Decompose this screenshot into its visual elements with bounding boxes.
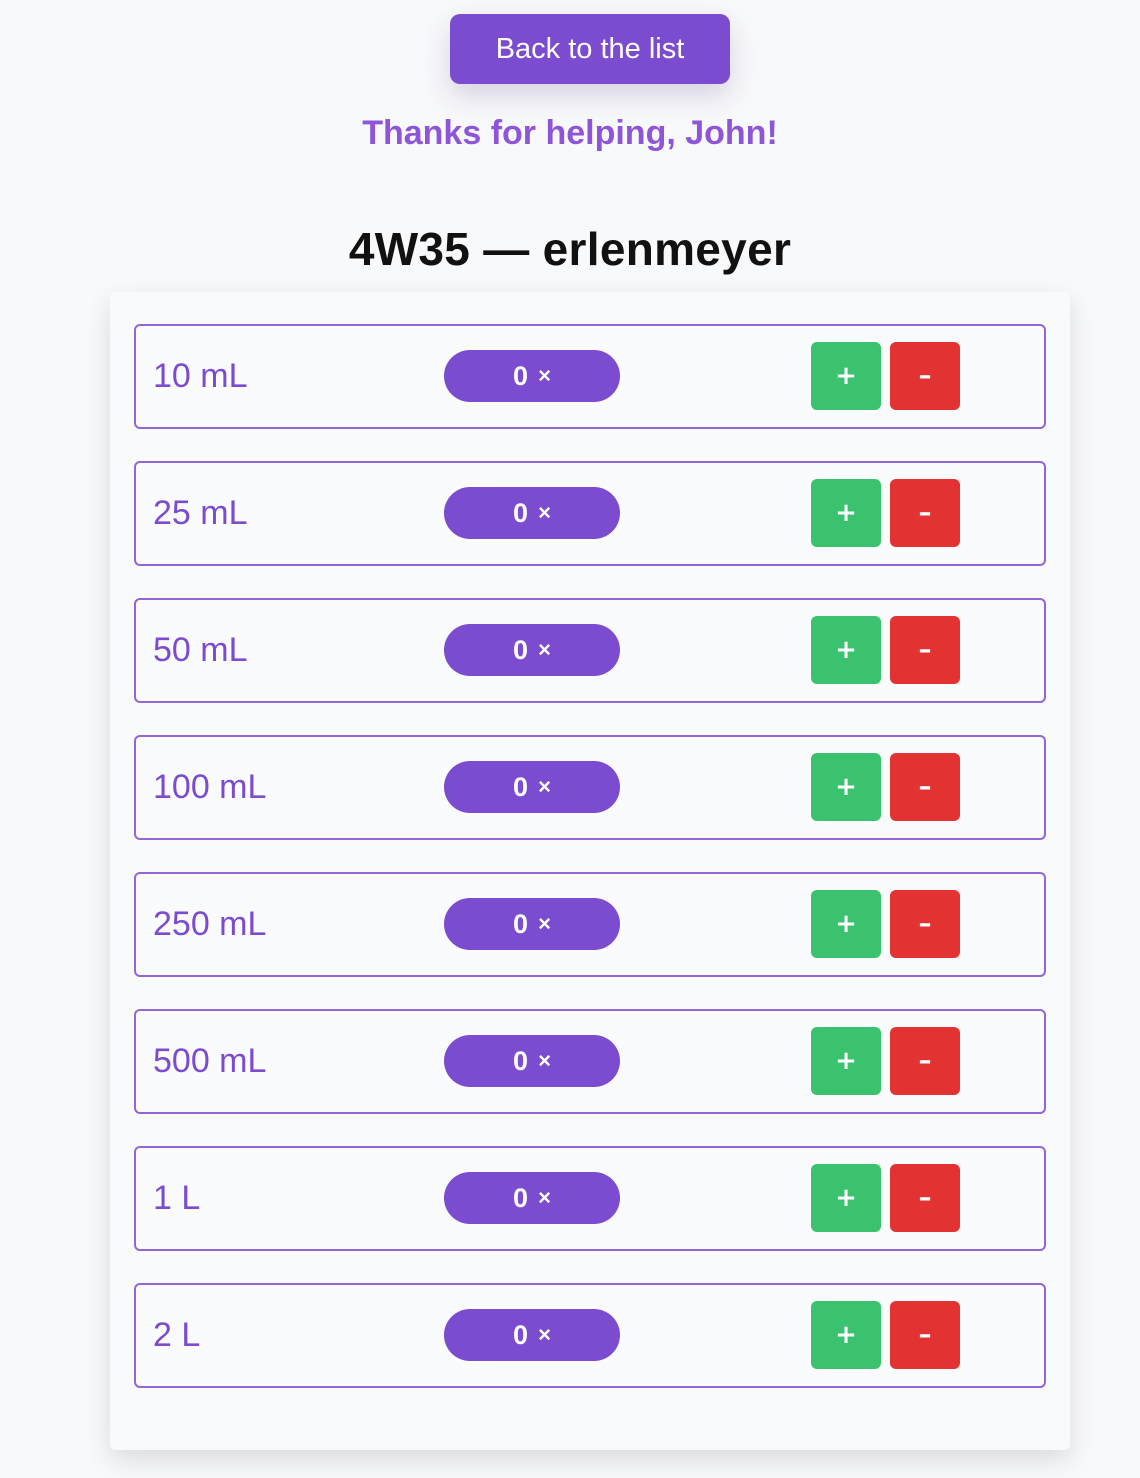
size-label: 100 mL xyxy=(153,768,267,806)
thanks-message: Thanks for helping, John! xyxy=(362,114,778,152)
size-label: 25 mL xyxy=(153,494,248,532)
increment-button[interactable]: + xyxy=(811,1164,881,1232)
size-label: 1 L xyxy=(153,1179,201,1217)
back-to-list-button[interactable]: Back to the list xyxy=(450,14,730,84)
page: Back to the list Thanks for helping, Joh… xyxy=(0,0,1140,1478)
count-badge: 0 × xyxy=(444,1035,620,1087)
increment-button[interactable]: + xyxy=(811,479,881,547)
increment-button[interactable]: + xyxy=(811,890,881,958)
count-badge: 0 × xyxy=(444,1309,620,1361)
items-card: 10 mL 0 × + – 25 mL 0 × + – 50 mL 0 × + … xyxy=(110,292,1070,1450)
increment-button[interactable]: + xyxy=(811,342,881,410)
decrement-button[interactable]: – xyxy=(890,1301,960,1369)
size-row: 1 L 0 × + – xyxy=(134,1146,1046,1251)
increment-button[interactable]: + xyxy=(811,1027,881,1095)
decrement-button[interactable]: – xyxy=(890,890,960,958)
times-icon: × xyxy=(538,1048,551,1073)
page-title: 4W35 — erlenmeyer xyxy=(348,223,792,275)
decrement-button[interactable]: – xyxy=(890,1027,960,1095)
size-row: 25 mL 0 × + – xyxy=(134,461,1046,566)
times-icon: × xyxy=(538,363,551,388)
size-label: 50 mL xyxy=(153,631,248,669)
count-value: 0 xyxy=(513,771,529,802)
size-label: 10 mL xyxy=(153,357,248,395)
count-value: 0 xyxy=(513,634,529,665)
count-badge: 0 × xyxy=(444,1172,620,1224)
increment-button[interactable]: + xyxy=(811,616,881,684)
count-value: 0 xyxy=(513,360,529,391)
size-row: 100 mL 0 × + – xyxy=(134,735,1046,840)
count-value: 0 xyxy=(513,908,529,939)
size-label: 250 mL xyxy=(153,905,267,943)
decrement-button[interactable]: – xyxy=(890,753,960,821)
increment-button[interactable]: + xyxy=(811,753,881,821)
count-value: 0 xyxy=(513,497,529,528)
size-row: 250 mL 0 × + – xyxy=(134,872,1046,977)
count-value: 0 xyxy=(513,1045,529,1076)
decrement-button[interactable]: – xyxy=(890,616,960,684)
count-value: 0 xyxy=(513,1182,529,1213)
size-row: 500 mL 0 × + – xyxy=(134,1009,1046,1114)
times-icon: × xyxy=(538,500,551,525)
count-badge: 0 × xyxy=(444,761,620,813)
count-value: 0 xyxy=(513,1319,529,1350)
count-badge: 0 × xyxy=(444,350,620,402)
size-row: 2 L 0 × + – xyxy=(134,1283,1046,1388)
decrement-button[interactable]: – xyxy=(890,1164,960,1232)
times-icon: × xyxy=(538,911,551,936)
size-row: 10 mL 0 × + – xyxy=(134,324,1046,429)
increment-button[interactable]: + xyxy=(811,1301,881,1369)
size-list: 10 mL 0 × + – 25 mL 0 × + – 50 mL 0 × + … xyxy=(134,324,1046,1420)
size-label: 500 mL xyxy=(153,1042,267,1080)
count-badge: 0 × xyxy=(444,624,620,676)
decrement-button[interactable]: – xyxy=(890,479,960,547)
size-row: 50 mL 0 × + – xyxy=(134,598,1046,703)
times-icon: × xyxy=(538,774,551,799)
count-badge: 0 × xyxy=(444,487,620,539)
size-label: 2 L xyxy=(153,1316,201,1354)
times-icon: × xyxy=(538,1322,551,1347)
times-icon: × xyxy=(538,1185,551,1210)
count-badge: 0 × xyxy=(444,898,620,950)
times-icon: × xyxy=(538,637,551,662)
decrement-button[interactable]: – xyxy=(890,342,960,410)
